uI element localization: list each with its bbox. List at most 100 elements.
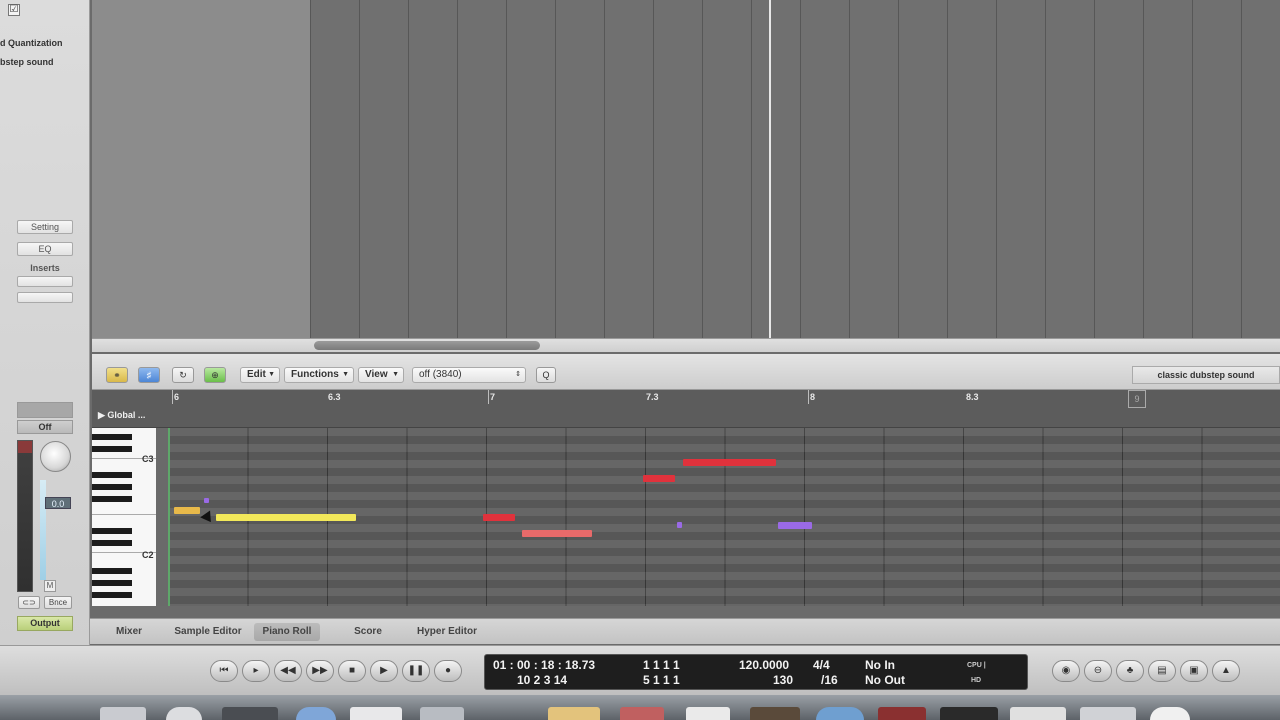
logic-pro-window: ☑ d Quantization bstep sound Setting EQ … — [0, 0, 1280, 720]
region-checkbox[interactable]: ☑ — [8, 4, 20, 16]
scrollbar-thumb[interactable] — [314, 341, 540, 350]
region-end-marker[interactable]: 9 — [1128, 390, 1146, 408]
midi-note[interactable] — [643, 475, 675, 482]
black-key[interactable] — [92, 446, 132, 452]
dock-app-icon[interactable] — [686, 707, 730, 720]
tab-hyper-editor[interactable]: Hyper Editor — [410, 623, 484, 641]
functions-menu-label: Functions — [291, 369, 339, 380]
quantize-button[interactable]: Q — [536, 367, 556, 383]
dock-app-icon[interactable] — [100, 707, 146, 720]
metronome-button[interactable]: ▲ — [1212, 660, 1240, 682]
global-tracks-toggle[interactable]: ▶ Global ... — [98, 410, 145, 421]
stop-button[interactable]: ■ — [338, 660, 366, 682]
midi-note[interactable] — [216, 514, 356, 521]
dock-app-icon[interactable] — [296, 707, 336, 720]
edit-menu[interactable]: Edit ▼ — [240, 367, 280, 383]
arrange-playhead[interactable] — [769, 0, 771, 338]
dock-app-icon[interactable] — [350, 707, 402, 720]
chevron-down-icon: ▼ — [268, 371, 275, 378]
transport-display[interactable]: 01 : 00 : 18 : 18.73 10 2 3 14 1 1 1 1 5… — [484, 654, 1028, 690]
solo-button[interactable]: ▤ — [1148, 660, 1176, 682]
dock-app-icon[interactable] — [816, 707, 864, 720]
ruler-tick — [172, 390, 173, 404]
dock-app-icon[interactable] — [166, 707, 202, 720]
black-key[interactable] — [92, 568, 132, 574]
ruler-tick — [488, 390, 489, 404]
pan-knob[interactable] — [40, 441, 71, 472]
midi-note[interactable] — [683, 459, 776, 466]
black-key[interactable] — [92, 592, 132, 598]
link-button[interactable]: ⊂⊃ — [18, 596, 40, 609]
midi-in-icon[interactable]: ♯ — [138, 367, 160, 383]
replace-button[interactable]: ♣ — [1116, 660, 1144, 682]
black-key[interactable] — [92, 434, 132, 440]
functions-menu[interactable]: Functions ▼ — [284, 367, 354, 383]
dock-app-icon[interactable] — [222, 707, 278, 720]
automation-off-button[interactable]: Off — [17, 420, 73, 434]
cycle-icon: ◉ — [1061, 665, 1071, 676]
record-button[interactable]: ● — [434, 660, 462, 682]
tab-mixer[interactable]: Mixer — [104, 623, 154, 641]
volume-fader[interactable] — [40, 480, 46, 580]
arrange-area[interactable] — [92, 0, 1280, 338]
time-signature: 4/4 — [813, 658, 830, 672]
black-key[interactable] — [92, 580, 132, 586]
dock-app-icon[interactable] — [878, 707, 926, 720]
go-to-start-button[interactable]: ⏮ — [210, 660, 238, 682]
midi-note[interactable] — [204, 498, 209, 503]
arrange-horizontal-scrollbar[interactable] — [92, 338, 1280, 352]
eq-button[interactable]: EQ — [17, 242, 73, 256]
view-menu[interactable]: View ▼ — [358, 367, 404, 383]
midi-out-icon[interactable]: ⊕ — [204, 367, 226, 383]
rewind-button[interactable]: ◀◀ — [274, 660, 302, 682]
piano-roll-ruler[interactable]: ▶ Global ... 6 6.3 7 7.3 8 8.3 9 — [92, 390, 1280, 428]
play-button[interactable]: ▶ — [370, 660, 398, 682]
quantize-select[interactable]: off (3840) ⇕ — [412, 367, 526, 383]
black-key[interactable] — [92, 496, 132, 502]
sync-button[interactable]: ▣ — [1180, 660, 1208, 682]
black-key[interactable] — [92, 472, 132, 478]
catch-icon[interactable]: ↻ — [172, 367, 194, 383]
dock-app-icon[interactable] — [420, 707, 464, 720]
midi-note[interactable] — [522, 530, 592, 537]
view-menu-label: View — [365, 369, 388, 380]
tab-sample-editor[interactable]: Sample Editor — [170, 623, 246, 641]
dock-app-icon[interactable] — [940, 707, 998, 720]
dock-app-icon[interactable] — [1080, 707, 1136, 720]
setting-button[interactable]: Setting — [17, 220, 73, 234]
keyboard-gutter — [156, 428, 168, 606]
pause-button[interactable]: ❚❚ — [402, 660, 430, 682]
dock-app-icon[interactable] — [1150, 707, 1190, 720]
mute-button[interactable]: M — [44, 580, 56, 592]
output-channel-label[interactable]: Output — [17, 616, 73, 631]
dock-app-icon[interactable] — [750, 707, 800, 720]
cycle-button[interactable]: ◉ — [1052, 660, 1080, 682]
play-from-selection-button[interactable]: ▸ — [242, 660, 270, 682]
insert-slot-2[interactable] — [17, 292, 73, 303]
midi-note[interactable] — [677, 522, 682, 528]
midi-note[interactable] — [483, 514, 515, 521]
piano-roll-playhead[interactable] — [168, 428, 170, 606]
midi-note[interactable] — [174, 507, 200, 514]
link-icon[interactable]: ⚭ — [106, 367, 128, 383]
black-key[interactable] — [92, 528, 132, 534]
autopunch-button[interactable]: ⊖ — [1084, 660, 1112, 682]
piano-keyboard[interactable]: C3 C2 — [92, 428, 156, 606]
key-label-c3: C3 — [142, 454, 154, 464]
punch-icon: ⊖ — [1093, 665, 1103, 676]
insert-slot-1[interactable] — [17, 276, 73, 287]
black-key[interactable] — [92, 484, 132, 490]
forward-button[interactable]: ▶▶ — [306, 660, 334, 682]
dock-app-icon[interactable] — [1010, 707, 1066, 720]
black-key[interactable] — [92, 540, 132, 546]
dock-app-icon[interactable] — [548, 707, 600, 720]
cpu-meter-label: CPU | — [967, 662, 986, 669]
tab-piano-roll[interactable]: Piano Roll — [254, 623, 320, 641]
midi-note[interactable] — [778, 522, 812, 529]
bounce-button[interactable]: Bnce — [44, 596, 72, 609]
tab-score[interactable]: Score — [344, 623, 392, 641]
play-selection-icon: ▸ — [253, 665, 259, 676]
dock-app-icon[interactable] — [620, 707, 664, 720]
arrange-grid[interactable] — [310, 0, 1280, 338]
macos-dock — [0, 695, 1280, 720]
